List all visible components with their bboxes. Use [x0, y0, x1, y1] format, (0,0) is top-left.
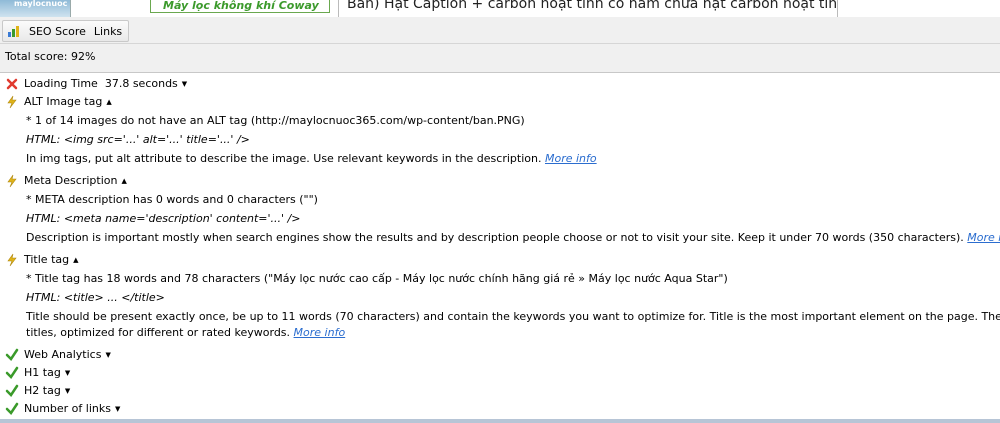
webpage-fragment: maylocnuoc Máy lọc không khí Coway Bản) …	[0, 0, 1000, 17]
triangle-up-icon: ▲	[121, 177, 127, 185]
item-title: H2 tag	[24, 384, 61, 397]
triangle-up-icon: ▲	[73, 256, 79, 264]
tab-seo-score[interactable]: SEO Score	[29, 25, 86, 38]
more-info-link[interactable]: More info	[294, 326, 346, 339]
item-title: Web Analytics	[24, 348, 102, 361]
item-title: Number of links	[24, 402, 111, 415]
site-logo-fragment: maylocnuoc	[0, 0, 71, 17]
title-tag-html-example: HTML: <title> ... </title>	[26, 291, 165, 304]
title-tag-advice: Title should be present exactly once, be…	[26, 310, 1000, 323]
seo-tabbar: SEO Score Links	[2, 20, 130, 42]
green-check-icon	[5, 348, 19, 362]
item-title: Title tag	[24, 253, 70, 266]
item-title: H1 tag	[24, 366, 61, 379]
alt-tag-html-example: HTML: <img src='...' alt='...' title='..…	[26, 133, 250, 146]
more-info-link[interactable]: More info	[545, 152, 597, 165]
seo-score-icon	[7, 24, 21, 38]
triangle-down-icon: ▼	[181, 80, 188, 88]
triangle-down-icon: ▼	[105, 351, 111, 359]
seo-report-panel: Loading Time 37.8 seconds ▼ ALT Image tag…	[0, 72, 1000, 421]
green-check-icon	[5, 366, 19, 380]
meta-description-advice: Description is important mostly when sea…	[26, 231, 1000, 244]
triangle-up-icon: ▲	[106, 98, 112, 106]
meta-description-detail-line: * META description has 0 words and 0 cha…	[26, 193, 318, 206]
total-score: Total score: 92%	[5, 50, 96, 63]
tab-links[interactable]: Links	[94, 25, 122, 38]
title-tag-advice-cont: titles, optimized for different or rated…	[26, 326, 346, 339]
lightning-warning-icon	[5, 174, 19, 188]
triangle-down-icon: ▼	[64, 369, 71, 377]
seo-toolbar: SEO Score Links	[0, 17, 1000, 44]
page-description-fragment: Bản) Hạt Caption + carbon hoạt tính có h…	[338, 0, 838, 17]
meta-description-html-example: HTML: <meta name='description' content='…	[26, 212, 301, 225]
more-info-link[interactable]: More info	[967, 231, 1000, 244]
lightning-warning-icon	[5, 253, 19, 267]
green-banner[interactable]: Máy lọc không khí Coway	[150, 0, 330, 13]
item-title: ALT Image tag	[24, 95, 103, 108]
triangle-down-icon: ▼	[64, 387, 71, 395]
item-title: Loading Time 37.8 seconds ▼	[24, 77, 188, 90]
alt-tag-advice: In img tags, put alt attribute to descri…	[26, 152, 597, 165]
lightning-warning-icon	[5, 95, 19, 109]
alt-tag-detail-line: * 1 of 14 images do not have an ALT tag …	[26, 114, 525, 127]
red-x-icon	[5, 77, 19, 91]
loading-time-value: 37.8 seconds	[104, 77, 178, 90]
item-title: Meta Description	[24, 174, 118, 187]
taskbar-fragment	[0, 419, 1000, 423]
green-check-icon	[5, 402, 19, 416]
green-check-icon	[5, 384, 19, 398]
triangle-down-icon: ▼	[114, 405, 121, 413]
title-tag-detail-line: * Title tag has 18 words and 78 characte…	[26, 272, 728, 285]
